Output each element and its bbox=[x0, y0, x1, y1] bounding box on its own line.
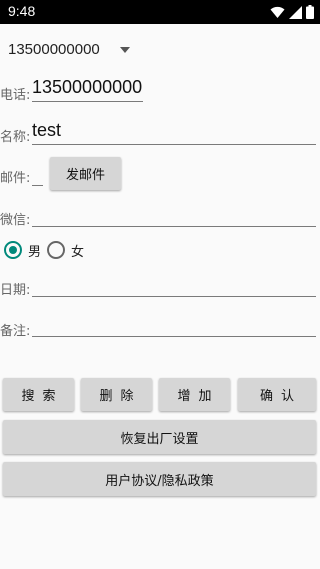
name-field[interactable]: test bbox=[32, 120, 316, 145]
date-label: 日期: bbox=[0, 283, 31, 298]
gender-male-radio[interactable] bbox=[4, 241, 22, 259]
email-label: 邮件: bbox=[0, 171, 31, 186]
note-field[interactable] bbox=[32, 312, 316, 337]
date-field[interactable] bbox=[32, 272, 316, 297]
signal-icon bbox=[289, 5, 302, 19]
note-label: 备注: bbox=[0, 324, 31, 339]
chevron-down-icon bbox=[120, 47, 130, 53]
spinner-selected-value: 13500000000 bbox=[8, 41, 100, 58]
wechat-field[interactable] bbox=[32, 202, 316, 227]
battery-icon bbox=[306, 5, 314, 19]
gender-female-radio[interactable] bbox=[47, 241, 66, 259]
name-field-value: test bbox=[32, 120, 62, 140]
agreement-button[interactable]: 用户协议/隐私政策 bbox=[3, 462, 316, 496]
phone-field-value: 13500000000 bbox=[32, 77, 143, 97]
phone-spinner[interactable]: 13500000000 bbox=[6, 38, 136, 64]
status-time: 9:48 bbox=[8, 3, 36, 19]
gender-female-label: 女 bbox=[71, 244, 85, 260]
delete-button[interactable]: 删除 bbox=[81, 378, 152, 411]
phone-field[interactable]: 13500000000 bbox=[32, 77, 143, 102]
gender-male-label: 男 bbox=[28, 244, 42, 260]
add-button[interactable]: 增加 bbox=[159, 378, 230, 411]
name-label: 名称: bbox=[0, 130, 31, 145]
factory-reset-button[interactable]: 恢复出厂设置 bbox=[3, 420, 316, 454]
wechat-label: 微信: bbox=[0, 213, 31, 228]
wifi-icon bbox=[270, 6, 285, 18]
status-icons bbox=[270, 4, 314, 20]
email-field[interactable] bbox=[32, 164, 43, 186]
gender-radio-group: 男 女 bbox=[4, 238, 90, 262]
phone-label: 电话: bbox=[0, 88, 31, 103]
search-button[interactable]: 搜索 bbox=[3, 378, 74, 411]
confirm-button[interactable]: 确认 bbox=[238, 378, 316, 411]
status-bar: 9:48 bbox=[0, 0, 320, 24]
send-email-button[interactable]: 发邮件 bbox=[50, 157, 121, 190]
